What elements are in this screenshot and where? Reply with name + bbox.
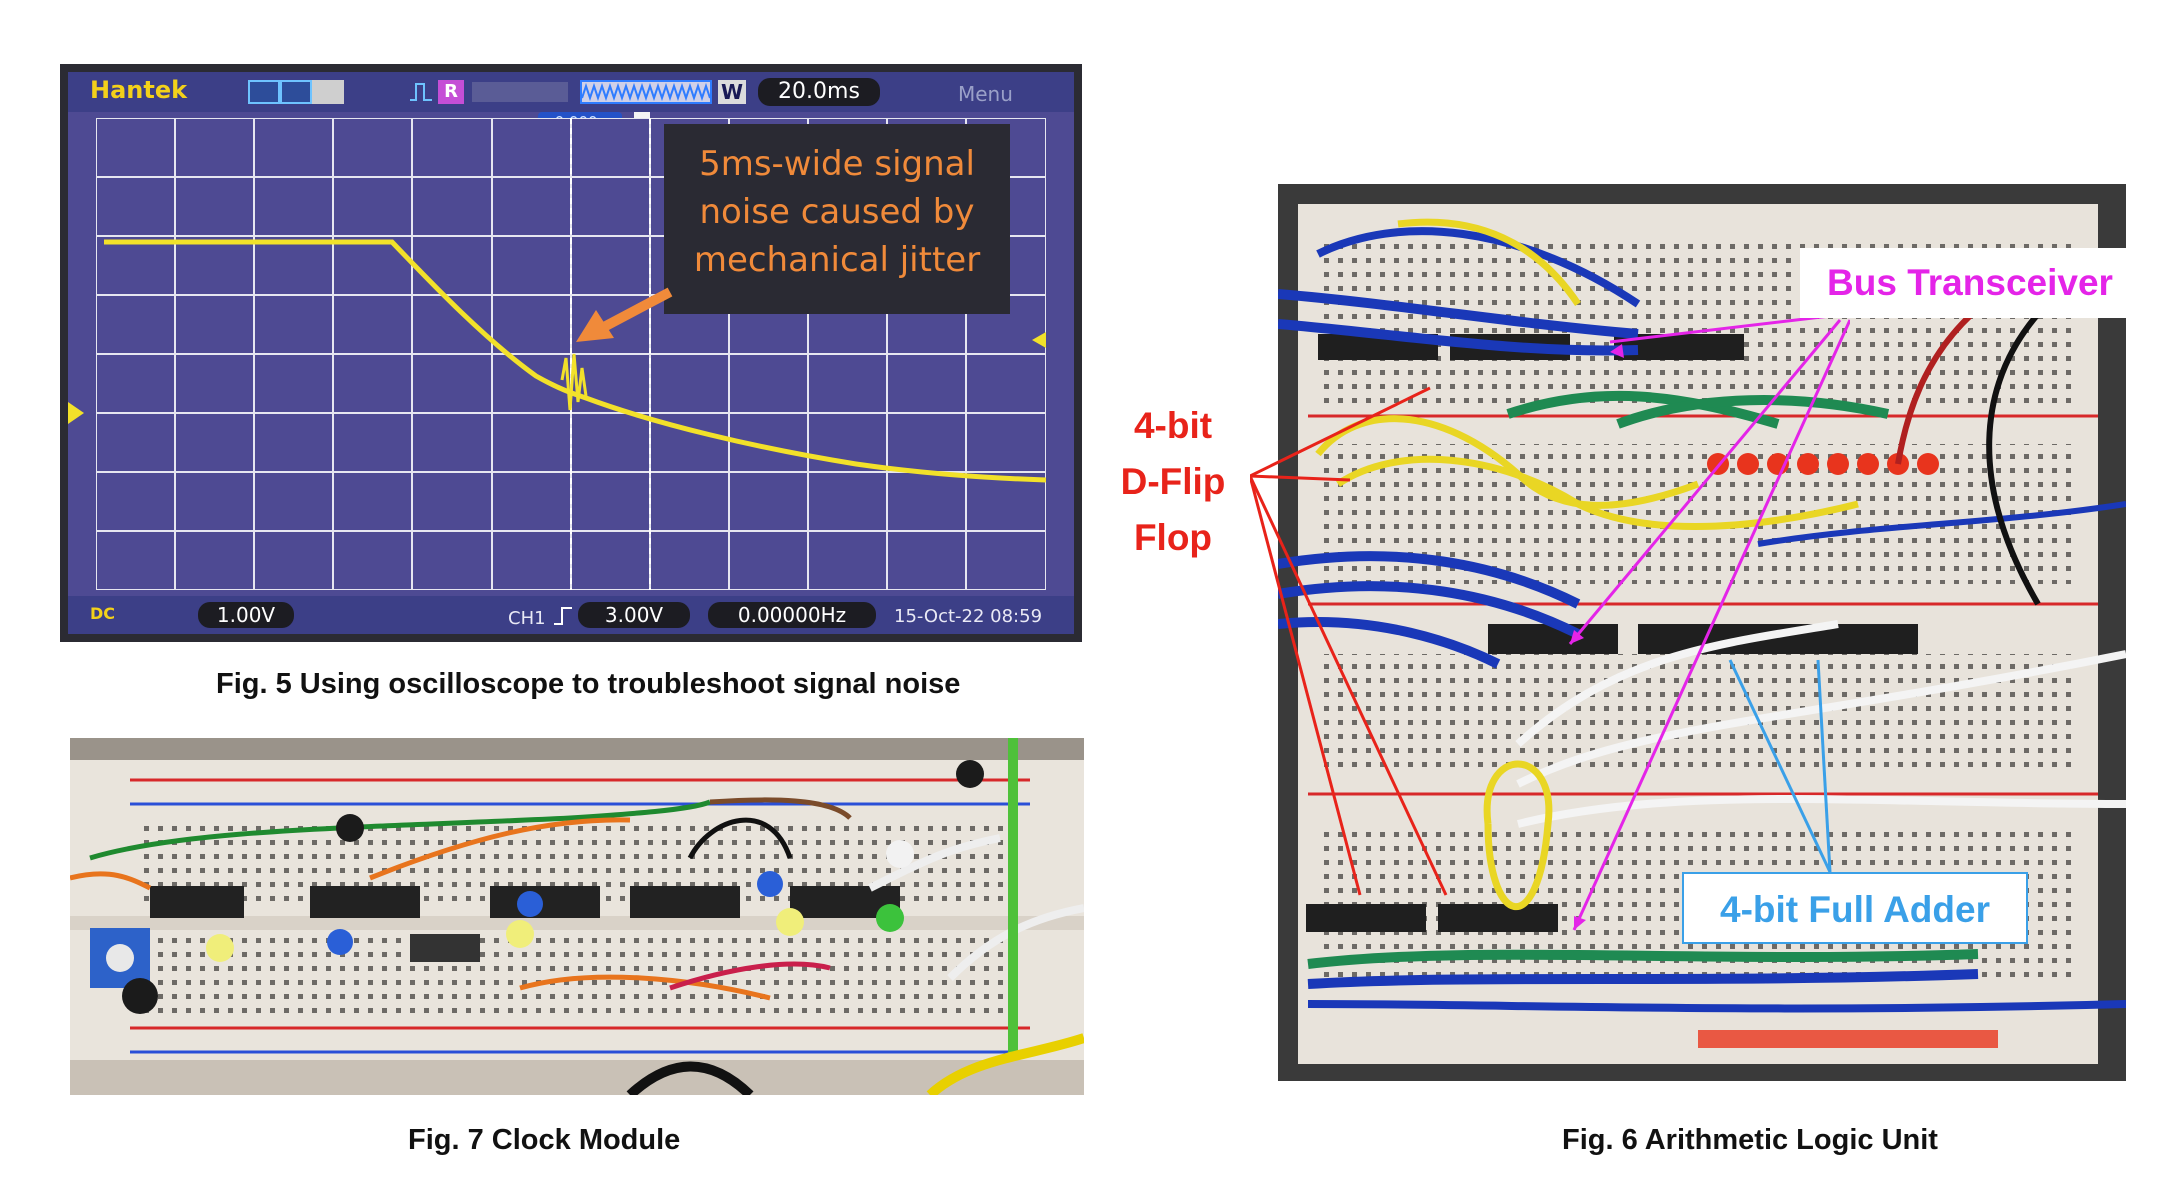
ch1-label: CH1 [508,608,546,629]
memory-waveform-icon [582,82,710,102]
annotation-line-2: noise caused by [699,192,975,232]
timebase-readout: 20.0ms [758,78,880,106]
full-adder-label: 4-bit Full Adder [1682,872,2028,944]
breadboard-clock-illustration [70,738,1084,1095]
datetime-readout: 15-Oct-22 08:59 [894,606,1043,627]
ramp-icon [280,80,312,104]
channel-marker-icon [68,402,84,424]
run-indicator: R [438,80,464,104]
window-indicator: W [718,80,746,104]
annotation-arrow [576,287,673,342]
dff-line-2: D-Flip [1120,461,1226,502]
frequency-readout: 0.00000Hz [708,602,876,628]
bus-transceiver-label: Bus Transceiver [1800,248,2140,318]
oscilloscope-photo: Hantek R W 20.0ms Menu 0.000s [60,64,1082,642]
fig5-caption: Fig. 5 Using oscilloscope to troubleshoo… [216,668,961,700]
annotation-line-1: 5ms-wide signal [699,144,975,184]
pulse-icon [410,83,432,101]
grid-icon [312,80,344,104]
scope-top-bar: Hantek R W 20.0ms Menu [68,72,1074,112]
menu-label: Menu [958,82,1013,106]
d-flip-flop-label: 4-bit D-Flip Flop [1098,398,1248,566]
trigger-level-readout: 3.00V [578,602,690,628]
noise-annotation: 5ms-wide signal noise caused by mechanic… [664,124,1010,314]
channel-voltage-readout: 1.00V [198,602,294,628]
dff-line-3: Flop [1133,517,1213,558]
oscilloscope-screen: Hantek R W 20.0ms Menu 0.000s [68,72,1074,634]
dff-line-1: 4-bit [1133,405,1213,446]
clock-module-photo [70,738,1084,1095]
fig6-caption: Fig. 6 Arithmetic Logic Unit [1562,1124,1938,1156]
scope-bottom-bar: DC 1.00V CH1 3.00V 0.00000Hz 15-Oct-22 0… [68,596,1074,634]
scope-brand: Hantek [90,76,188,104]
rising-edge-icon [554,607,572,625]
fig7-caption: Fig. 7 Clock Module [408,1124,681,1156]
annotation-line-3: mechanical jitter [693,240,981,280]
status-icons [472,82,568,102]
memory-bar-icon [580,80,712,104]
coupling-label: DC [90,604,116,623]
wave-icon [248,80,280,104]
